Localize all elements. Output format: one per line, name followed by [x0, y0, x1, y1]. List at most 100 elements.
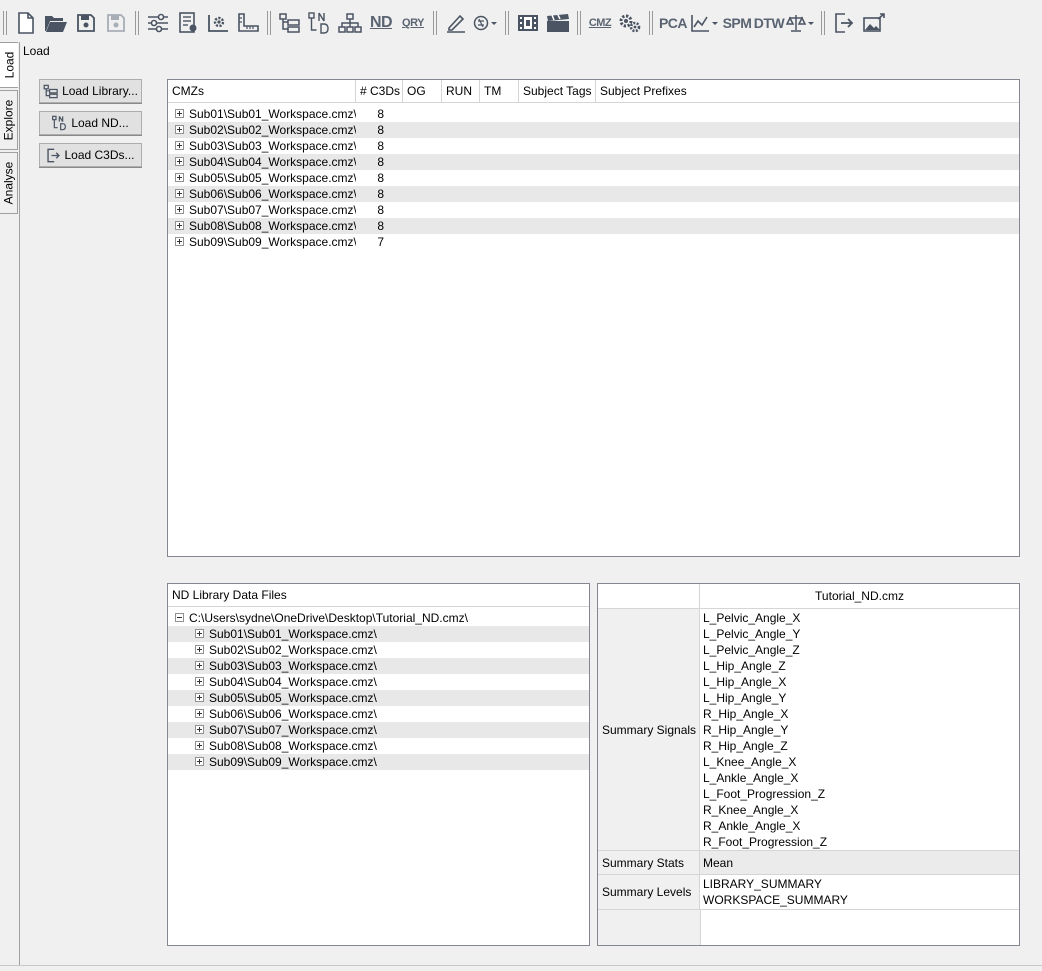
summary-stats-text: Mean — [703, 855, 734, 870]
summary-levels-list[interactable]: LIBRARY_SUMMARY WORKSPACE_SUMMARY — [700, 875, 1019, 909]
nd-child-path: Sub05\Sub05_Workspace.cmz\ — [209, 691, 377, 705]
expand-icon[interactable] — [175, 221, 184, 231]
nd-icon[interactable]: ND — [365, 9, 397, 37]
tree-item[interactable]: Sub06\Sub06_Workspace.cmz\ — [168, 706, 589, 722]
measure-icon[interactable] — [233, 9, 263, 37]
query-label: QRY — [402, 17, 424, 29]
cmz-icon[interactable]: CMZ — [585, 9, 615, 37]
pca-icon[interactable]: PCA — [657, 9, 689, 37]
column-header-c3ds[interactable]: # C3Ds — [356, 80, 403, 102]
column-header-cmzs[interactable]: CMZs — [168, 80, 356, 102]
tab-load[interactable]: Load — [0, 42, 18, 88]
summary-properties-grid[interactable]: Tutorial_ND.cmz Summary Signals L_Pelvic… — [597, 583, 1020, 946]
clapperboard-icon[interactable] — [543, 9, 573, 37]
expand-icon[interactable] — [195, 645, 204, 655]
open-icon[interactable] — [41, 9, 71, 37]
load-library-button[interactable]: Load Library... — [39, 79, 142, 103]
level-item: LIBRARY_SUMMARY — [703, 877, 822, 891]
expand-icon[interactable] — [195, 693, 204, 703]
tree-item[interactable]: Sub03\Sub03_Workspace.cmz\ — [168, 658, 589, 674]
table-row[interactable]: Sub03\Sub03_Workspace.cmz\ 8 — [168, 138, 1019, 154]
expand-icon[interactable] — [195, 661, 204, 671]
column-header-og[interactable]: OG — [403, 80, 442, 102]
load-nd-button[interactable]: Load ND... — [39, 111, 142, 135]
table-row[interactable]: Sub05\Sub05_Workspace.cmz\ 8 — [168, 170, 1019, 186]
expand-icon[interactable] — [175, 109, 184, 119]
tree-item[interactable]: Sub07\Sub07_Workspace.cmz\ — [168, 722, 589, 738]
summary-signals-list[interactable]: L_Pelvic_Angle_X L_Pelvic_Angle_Y L_Pelv… — [700, 609, 1019, 850]
tree-item[interactable]: Sub04\Sub04_Workspace.cmz\ — [168, 674, 589, 690]
summary-header-file[interactable]: Tutorial_ND.cmz — [700, 584, 1019, 608]
tree-load-icon[interactable] — [275, 9, 305, 37]
expand-icon[interactable] — [175, 125, 184, 135]
spm-icon[interactable]: SPM — [721, 9, 753, 37]
new-icon[interactable] — [11, 9, 41, 37]
balance-icon[interactable] — [785, 9, 817, 37]
cmz-label: CMZ — [588, 17, 612, 29]
tree-item[interactable]: Sub01\Sub01_Workspace.cmz\ — [168, 626, 589, 642]
column-header-subject-tags[interactable]: Subject Tags — [519, 80, 596, 102]
summary-empty-key — [598, 910, 701, 945]
expand-icon[interactable] — [175, 205, 184, 215]
expand-icon[interactable] — [175, 237, 184, 247]
hierarchy-icon[interactable] — [335, 9, 365, 37]
workspace-settings-icon[interactable] — [203, 9, 233, 37]
dtw-icon[interactable]: DTW — [753, 9, 785, 37]
c3d-count: 8 — [377, 139, 384, 153]
edit-pen-icon[interactable] — [441, 9, 471, 37]
expand-icon[interactable] — [195, 757, 204, 767]
tree-item[interactable]: Sub09\Sub09_Workspace.cmz\ — [168, 754, 589, 770]
expand-icon[interactable] — [195, 725, 204, 735]
properties-icon[interactable] — [173, 9, 203, 37]
tree-item[interactable]: Sub02\Sub02_Workspace.cmz\ — [168, 642, 589, 658]
frames-icon[interactable] — [513, 9, 543, 37]
table-row[interactable]: Sub01\Sub01_Workspace.cmz\ 8 — [168, 106, 1019, 122]
expand-icon[interactable] — [175, 157, 184, 167]
tree-item[interactable]: Sub05\Sub05_Workspace.cmz\ — [168, 690, 589, 706]
expand-icon[interactable] — [195, 677, 204, 687]
expand-icon[interactable] — [195, 629, 204, 639]
settings-sliders-icon[interactable] — [143, 9, 173, 37]
tags-icon[interactable] — [471, 9, 501, 37]
pca-label: PCA — [658, 15, 688, 31]
expand-icon[interactable] — [195, 741, 204, 751]
expand-icon[interactable] — [175, 173, 184, 183]
nd-library-files-tree[interactable]: ND Library Data Files C:\Users\sydne\One… — [167, 583, 590, 946]
summary-signals-label: Summary Signals — [598, 609, 700, 850]
toolbar: ND QRY CMZ PCA SPM DTW — [0, 6, 1042, 40]
column-header-subject-prefixes[interactable]: Subject Prefixes — [596, 80, 1019, 102]
load-nd-icon[interactable] — [305, 9, 335, 37]
nd-files-header-label[interactable]: ND Library Data Files — [168, 584, 589, 606]
save-as-icon[interactable] — [101, 9, 131, 37]
cmz-table-body: Sub01\Sub01_Workspace.cmz\ 8 Sub02\Sub02_… — [168, 103, 1019, 250]
table-row[interactable]: Sub06\Sub06_Workspace.cmz\ 8 — [168, 186, 1019, 202]
chart-icon[interactable] — [689, 9, 721, 37]
c3d-count: 8 — [377, 155, 384, 169]
summary-header: Tutorial_ND.cmz — [598, 584, 1019, 609]
pipeline-gears-icon[interactable] — [615, 9, 645, 37]
query-icon[interactable]: QRY — [397, 9, 429, 37]
expand-icon[interactable] — [175, 141, 184, 151]
collapse-icon[interactable] — [175, 613, 184, 623]
expand-icon[interactable] — [195, 709, 204, 719]
signal-item: L_Hip_Angle_Y — [703, 691, 787, 705]
image-export-icon[interactable] — [859, 9, 889, 37]
tree-root-item[interactable]: C:\Users\sydne\OneDrive\Desktop\Tutorial… — [168, 610, 589, 626]
tree-item[interactable]: Sub08\Sub08_Workspace.cmz\ — [168, 738, 589, 754]
expand-icon[interactable] — [175, 189, 184, 199]
table-row[interactable]: Sub07\Sub07_Workspace.cmz\ 8 — [168, 202, 1019, 218]
table-row[interactable]: Sub08\Sub08_Workspace.cmz\ 8 — [168, 218, 1019, 234]
export-icon[interactable] — [829, 9, 859, 37]
table-row[interactable]: Sub09\Sub09_Workspace.cmz\ 7 — [168, 234, 1019, 250]
tab-analyse[interactable]: Analyse — [0, 152, 18, 214]
cmz-table[interactable]: CMZs # C3Ds OG RUN TM Subject Tags Subje… — [167, 79, 1020, 557]
tab-explore[interactable]: Explore — [0, 90, 18, 150]
column-header-tm[interactable]: TM — [480, 80, 519, 102]
table-row[interactable]: Sub02\Sub02_Workspace.cmz\ 8 — [168, 122, 1019, 138]
table-row[interactable]: Sub04\Sub04_Workspace.cmz\ 8 — [168, 154, 1019, 170]
load-c3ds-button[interactable]: Load C3Ds... — [39, 143, 142, 167]
summary-stats-value[interactable]: Mean — [700, 851, 1019, 874]
signal-item: L_Ankle_Angle_X — [703, 771, 799, 785]
column-header-run[interactable]: RUN — [442, 80, 480, 102]
save-icon[interactable] — [71, 9, 101, 37]
